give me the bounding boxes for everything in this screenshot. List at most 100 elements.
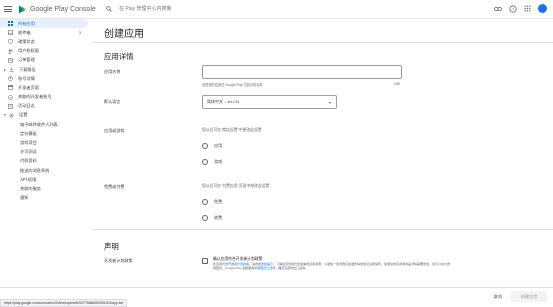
section-divider: [92, 229, 553, 230]
link-icon: [8, 94, 13, 100]
free-or-paid-label: 免费或付费: [104, 184, 125, 189]
sidebar-item-label: 下载报告: [19, 66, 36, 72]
sidebar-item-settings[interactable]: ▾ 设置: [0, 111, 92, 120]
app-name-field[interactable]: [202, 65, 402, 81]
sidebar-nav: 所有应用 收件箱 3 政策状态 用户和权限 订单管理 ▸ 下载报告 账号详情 开…: [0, 19, 92, 299]
sidebar-item-label: 关联的服务: [20, 185, 41, 191]
radio-free[interactable]: 免费: [202, 199, 222, 205]
sidebar-item-license-testing[interactable]: 许可测试: [0, 148, 92, 157]
sidebar-item-users-permissions[interactable]: 用户和权限: [0, 47, 92, 56]
sidebar-item-label: 定价模板: [20, 130, 37, 136]
dev-policy-label: 开发者计划政策: [104, 258, 133, 263]
search-bar[interactable]: [106, 3, 366, 15]
app-name: Google Play Console: [30, 5, 96, 13]
dev-policy-checkbox-row: 确认应用符合开发者计划政策 此应用符合开发者计划政策。请参阅这些提示，了解如何创…: [202, 257, 453, 270]
log-icon: [8, 103, 13, 109]
app-name-input[interactable]: [203, 68, 401, 81]
app-details-section-title: 应用详情: [104, 52, 134, 61]
sidebar-item-label: API 权限: [20, 176, 37, 182]
sidebar-item-linked-accounts[interactable]: 关联的开发者账号: [0, 93, 92, 102]
radio-paid-label: 收费: [214, 215, 223, 220]
radio-circle-icon: [202, 159, 208, 165]
sidebar-item-label: 推送的消息系统: [20, 167, 50, 173]
sidebar-item-label: 许可测试: [20, 149, 37, 155]
gear-icon: [9, 113, 14, 118]
dev-policy-sub-text-4: ，确定应用的出口资格。: [275, 266, 309, 270]
sidebar-item-inbox[interactable]: 收件箱 3: [0, 28, 92, 37]
sidebar-item-activity-log[interactable]: 活动日志: [0, 102, 92, 111]
footer-action-bar: https://play.google.com/console/u/0/deve…: [0, 287, 553, 307]
sidebar-item-notifications[interactable]: 通知: [0, 194, 92, 203]
title-divider: [92, 42, 553, 43]
sidebar-item-email-lists[interactable]: 电子邮件收件人列表: [0, 120, 92, 129]
apps-grid-icon[interactable]: [523, 4, 532, 13]
status-bar-url: https://play.google.com/console/u/0/deve…: [0, 299, 128, 307]
radio-circle-icon: [202, 143, 208, 149]
search-input[interactable]: [119, 4, 319, 14]
sidebar-item-all-apps[interactable]: 所有应用: [0, 19, 88, 29]
account-icon: [8, 76, 13, 82]
sidebar-item-label: 账号详情: [18, 75, 35, 81]
sidebar-item-game-projects[interactable]: 游戏项目: [0, 138, 92, 147]
sidebar-item-label: 设置: [19, 112, 28, 118]
google-play-console-logo[interactable]: Google Play Console: [18, 4, 96, 14]
order-icon: [8, 58, 13, 63]
sidebar-item-label: 所有应用: [18, 20, 35, 26]
sidebar-item-label: 用户和权限: [18, 48, 39, 54]
help-icon[interactable]: ?: [508, 4, 517, 13]
sidebar-item-payments-profile[interactable]: 付款资料: [0, 157, 92, 166]
sidebar-item-order-management[interactable]: 订单管理: [0, 56, 92, 65]
people-icon: [8, 49, 13, 54]
radio-app[interactable]: 应用: [202, 143, 222, 149]
sidebar-item-label: 游戏项目: [20, 140, 37, 146]
avatar[interactable]: [538, 4, 547, 13]
radio-game-label: 游戏: [214, 159, 223, 164]
sidebar-item-label: 付款资料: [20, 158, 37, 164]
radio-app-label: 应用: [214, 143, 223, 148]
dev-policy-description: 此应用符合开发者计划政策。请参阅这些提示，了解如何创建符合政策的应用说明，以避免…: [213, 262, 453, 270]
default-language-select[interactable]: 简体中文 – zh-CN ▾: [202, 95, 337, 109]
sidebar-item-label: 收件箱: [18, 29, 31, 35]
app-or-game-label: 应用或游戏: [104, 128, 125, 133]
sidebar-item-label: 订单管理: [18, 57, 35, 63]
declarations-section-title: 声明: [104, 242, 119, 251]
sidebar-item-label: 关联的开发者账号: [18, 94, 52, 100]
inbox-icon: [8, 30, 13, 36]
main-content: 创建应用 应用详情 应用名称 这是您的应用在 Google Play 中显示的名…: [92, 19, 553, 299]
sidebar-item-label: 开发者页面: [18, 84, 39, 90]
sidebar-item-developer-page[interactable]: 开发者页面: [0, 83, 92, 92]
sidebar-item-download-reports[interactable]: ▸ 下载报告: [0, 65, 92, 74]
sidebar-item-label: 政策状态: [18, 38, 35, 44]
sidebar-item-account-details[interactable]: 账号详情: [0, 74, 92, 83]
radio-paid[interactable]: 收费: [202, 215, 222, 221]
chevron-down-icon: ▾: [4, 113, 6, 118]
radio-circle-icon: [202, 215, 208, 221]
default-language-label: 默认语言: [104, 99, 121, 104]
link-icon[interactable]: [493, 4, 502, 13]
shield-icon: [8, 39, 13, 45]
radio-free-label: 免费: [214, 199, 223, 204]
sidebar-item-pricing-templates[interactable]: 定价模板: [0, 129, 92, 138]
sidebar-item-label: 通知: [20, 195, 29, 201]
cancel-button[interactable]: 取消: [494, 294, 502, 300]
app-name-hint: 这是您的应用在 Google Play 中显示的名称: [202, 83, 263, 87]
google-play-logo-icon: [18, 4, 27, 14]
sidebar-item-label: 活动日志: [18, 103, 35, 109]
svg-text:?: ?: [511, 6, 514, 11]
search-icon: [106, 6, 112, 12]
app-name-label: 应用名称: [104, 69, 121, 74]
create-app-button[interactable]: 创建应用: [511, 291, 547, 302]
export-laws-link[interactable]: 美国出口法律: [257, 266, 275, 270]
app-or-game-description: 您以后可在"商店设置"中更改此设置: [202, 128, 262, 132]
page-title: 创建应用: [104, 29, 144, 40]
sidebar-item-policy-status[interactable]: 政策状态: [0, 37, 92, 46]
radio-circle-icon: [202, 199, 208, 205]
sidebar-item-linked-services[interactable]: 关联的服务: [0, 184, 92, 193]
sidebar-item-push-messaging[interactable]: 推送的消息系统: [0, 166, 92, 175]
dev-policy-checkbox[interactable]: [202, 258, 208, 264]
radio-game[interactable]: 游戏: [202, 159, 222, 165]
sidebar-item-api-access[interactable]: API 权限: [0, 175, 92, 184]
inbox-count-badge: 3: [78, 30, 81, 36]
menu-icon[interactable]: [4, 6, 12, 12]
grid-icon: [8, 21, 13, 27]
